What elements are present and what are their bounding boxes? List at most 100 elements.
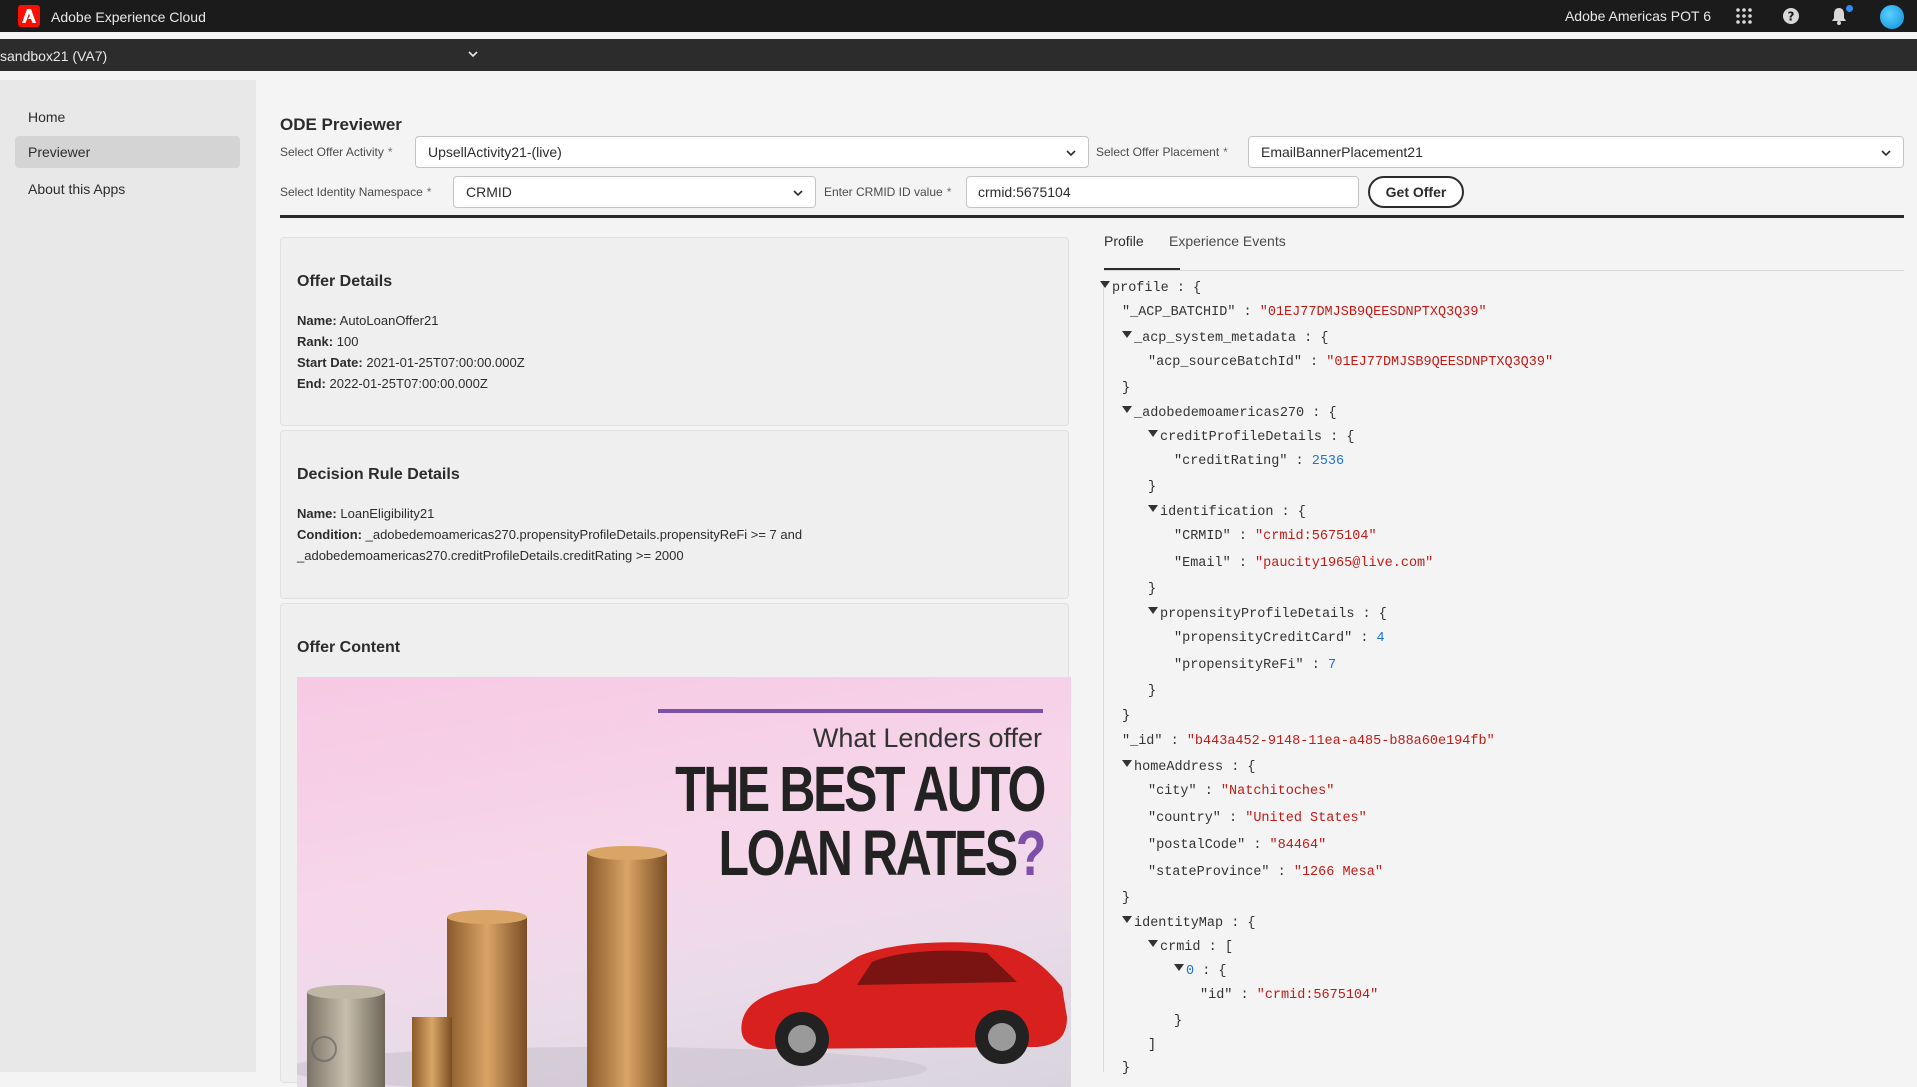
collapse-triangle-icon[interactable] [1122,331,1132,338]
user-avatar[interactable] [1880,5,1904,29]
json-key: "Email" [1174,556,1231,571]
collapse-triangle-icon[interactable] [1122,406,1132,413]
offer-start-label: Start Date: [297,355,363,370]
profile-tabs: Profile Experience Events [1104,214,1904,272]
help-icon[interactable]: ? [1781,6,1801,26]
json-node-identification[interactable]: identification : { [1148,504,1306,522]
chevron-down-icon [1066,150,1076,157]
json-node-home-address[interactable]: homeAddress : { [1122,759,1256,777]
offer-name-value: AutoLoanOffer21 [339,313,439,328]
tab-profile[interactable]: Profile [1104,233,1144,249]
json-node-credit-profile[interactable]: creditProfileDetails : { [1148,429,1354,447]
app-grid-icon[interactable] [1734,6,1754,26]
collapse-triangle-icon[interactable] [1148,607,1158,614]
offer-content-card: Offer Content What Lenders offer THE BES… [280,603,1071,1087]
json-node-system-metadata[interactable]: _acp_system_metadata : { [1122,330,1328,348]
json-key: "city" [1148,784,1197,799]
json-row: "acp_sourceBatchId" : "01EJ77DMJSB9QEESD… [1148,355,1554,370]
json-key: "postalCode" [1148,838,1246,853]
collapse-triangle-icon[interactable] [1122,760,1132,767]
offer-rank-line: Rank: 100 [297,331,1057,352]
json-row: "_id" : "b443a452-9148-11ea-a485-b88a60e… [1122,734,1495,749]
json-brace: } [1148,684,1157,699]
chevron-down-icon [1881,150,1891,157]
get-offer-button[interactable]: Get Offer [1368,176,1464,208]
offer-details-card: Offer Details Name: AutoLoanOffer21 Rank… [280,237,1069,426]
json-key: "_id" [1122,734,1163,749]
json-key: "propensityReFi" [1174,658,1304,673]
json-row: "country" : "United States" [1148,811,1367,826]
offer-placement-picker[interactable]: EmailBannerPlacement21 [1248,136,1904,168]
nav-item-home[interactable]: Home [15,101,240,133]
json-node-crmid-array[interactable]: crmid : [ [1148,939,1233,957]
offer-rank-value: 100 [336,334,359,349]
json-brace: } [1122,381,1131,396]
decision-rule-card: Decision Rule Details Name: LoanEligibil… [280,430,1069,599]
offer-activity-label: Select Offer Activity * [280,145,393,159]
offer-end-value: 2022-01-25T07:00:00.000Z [329,376,488,391]
collapse-triangle-icon[interactable] [1100,281,1110,288]
sandbox-switcher[interactable]: sandbox21 (VA7) [0,39,1917,71]
identity-namespace-value: CRMID [466,184,512,200]
rule-name-label: Name: [297,506,337,521]
json-brace: } [1174,1014,1183,1029]
required-mark: * [426,185,432,199]
required-mark: * [387,145,393,159]
tab-experience-events[interactable]: Experience Events [1169,233,1286,249]
json-node-identity-map[interactable]: identityMap : { [1122,915,1256,933]
offer-start-value: 2021-01-25T07:00:00.000Z [366,355,525,370]
json-key: "acp_sourceBatchId" [1148,355,1302,370]
collapse-triangle-icon[interactable] [1148,940,1158,947]
json-node-tenant[interactable]: _adobedemoamericas270 : { [1122,405,1337,423]
page-title: ODE Previewer [280,115,402,134]
offer-details-title: Offer Details [297,273,393,290]
nav-item-about[interactable]: About this Apps [15,173,240,205]
offer-banner-image: What Lenders offer THE BEST AUTO LOAN RA… [297,677,1071,1087]
tree-guide-line [1103,280,1104,1072]
offer-activity-picker[interactable]: UpsellActivity21-(live) [415,136,1089,168]
collapse-triangle-icon[interactable] [1174,964,1184,971]
collapse-triangle-icon[interactable] [1148,430,1158,437]
org-switcher[interactable]: Adobe Americas POT 6 [1565,8,1711,24]
json-row: "id" : "crmid:5675104" [1200,988,1379,1003]
collapse-triangle-icon[interactable] [1148,505,1158,512]
nav-item-previewer[interactable]: Previewer [15,136,240,168]
identity-namespace-label-text: Select Identity Namespace [280,185,423,199]
required-mark: * [1223,145,1228,159]
json-key: identityMap [1134,916,1224,931]
json-key: "stateProvince" [1148,865,1270,880]
collapse-triangle-icon[interactable] [1122,916,1132,923]
chevron-down-icon[interactable] [466,47,480,61]
json-row: "creditRating" : 2536 [1174,454,1345,469]
offer-activity-value: UpsellActivity21-(live) [428,144,562,160]
rule-name-line: Name: LoanEligibility21 [297,503,1057,524]
json-node-profile[interactable]: profile : { [1100,280,1201,298]
json-string-value: "b443a452-9148-11ea-a485-b88a60e194fb" [1186,734,1495,749]
app-title[interactable]: Adobe Experience Cloud [51,9,206,25]
json-key: "propensityCreditCard" [1174,631,1353,646]
offer-placement-value: EmailBannerPlacement21 [1261,144,1423,160]
json-key: profile [1112,281,1169,296]
rule-condition-label: Condition: [297,527,362,542]
json-row: "postalCode" : "84464" [1148,838,1327,853]
identity-namespace-picker[interactable]: CRMID [453,176,816,208]
json-string-value: "01EJ77DMJSB9QEESDNPTXQ3Q39" [1259,305,1487,320]
crmid-label-text: Enter CRMID ID value [824,185,943,199]
adobe-logo-icon[interactable] [18,5,40,27]
json-string-value: "crmid:5675104" [1255,529,1377,544]
crmid-input[interactable] [966,176,1359,208]
offer-name-line: Name: AutoLoanOffer21 [297,310,1057,331]
offer-rank-label: Rank: [297,334,334,349]
offer-content-title: Offer Content [297,639,401,656]
json-key: propensityProfileDetails [1160,607,1355,622]
json-row: "propensityReFi" : 7 [1174,658,1337,673]
rule-condition-value: _adobedemoamericas270.propensityProfileD… [297,527,803,563]
main-content: ODE Previewer Select Offer Activity * Ups… [256,80,1917,1087]
json-node-propensity[interactable]: propensityProfileDetails : { [1148,606,1387,624]
json-key: _adobedemoamericas270 [1134,406,1305,421]
offer-start-line: Start Date: 2021-01-25T07:00:00.000Z [297,352,1057,373]
json-brace: } [1122,891,1131,906]
json-key: creditProfileDetails [1160,430,1323,445]
json-node-index-0[interactable]: 0 : { [1174,963,1227,981]
json-row: "city" : "Natchitoches" [1148,784,1335,799]
